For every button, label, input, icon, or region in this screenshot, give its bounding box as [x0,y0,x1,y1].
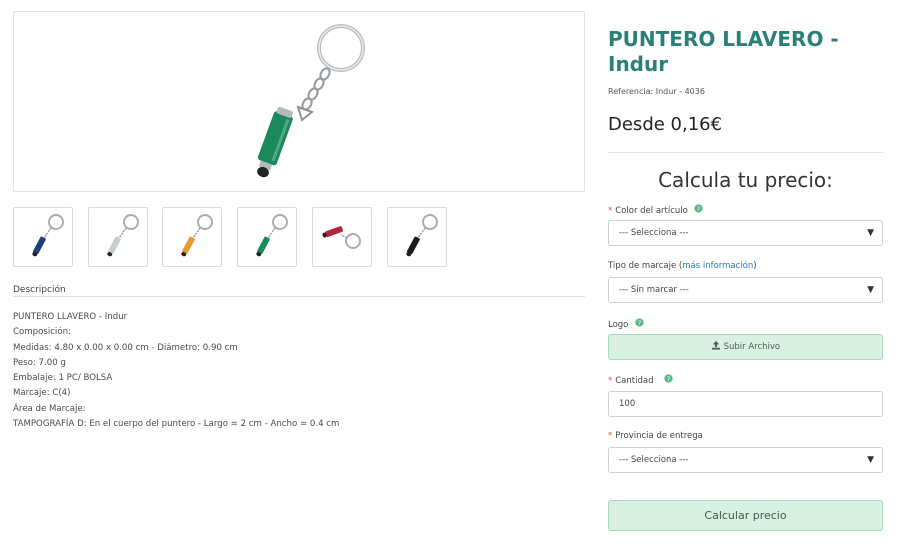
color-select[interactable]: --- Selecciona --- ▼ [608,220,883,246]
thumbnail-image [32,214,64,257]
required-mark: * [608,206,613,216]
marcaje-label-end: ) [753,261,757,271]
thumbnail-image [322,226,361,249]
marcaje-select[interactable]: --- Sin marcar --- ▼ [608,277,883,303]
marcaje-label-text: Tipo de marcaje ( [608,261,683,271]
product-reference: Referencia: Indur - 4036 [608,87,705,96]
description-line: Peso: 7.00 g [13,357,66,368]
provincia-label: * Provincia de entrega [608,431,703,441]
color-label: * Color del artículo ? [608,204,704,216]
description-line: Embalaje: 1 PC/ BOLSA [13,373,113,384]
thumbnail-naranja[interactable] [162,207,222,267]
description-line: PUNTERO LLAVERO - Indur [13,312,128,322]
description-line: Área de Marcaje: [13,403,86,414]
color-select-value: --- Selecciona --- [619,228,689,238]
thumbnail-image [406,214,438,257]
cantidad-input[interactable]: 100 [608,391,883,417]
cantidad-label-text: Cantidad [615,376,654,386]
thumbnail-azul[interactable] [13,207,73,267]
thumbnail-rojo[interactable] [312,207,372,267]
marcaje-label: Tipo de marcaje (más información) [608,261,757,271]
upload-file-label: Subir Archivo [723,342,781,352]
svg-text:?: ? [638,320,641,327]
thumbnail-image [256,214,288,257]
thumbnail-image [181,214,213,257]
question-circle-icon[interactable]: ? [632,318,644,329]
description-divider [13,296,585,297]
color-label-text: Color del artículo [615,206,688,216]
provincia-select[interactable]: --- Selecciona --- ▼ [608,447,883,473]
caret-down-icon: ▼ [867,455,874,465]
cantidad-input-value: 100 [619,399,636,409]
provincia-label-text: Provincia de entrega [615,431,703,441]
required-mark: * [608,431,613,441]
product-title-line1: PUNTERO LLAVERO - [608,27,839,51]
upload-file-button[interactable]: Subir Archivo [608,334,883,360]
product-title-line2: Indur [608,52,669,76]
description-line: Marcaje: C(4) [13,388,71,399]
thumbnail-plata[interactable] [88,207,148,267]
svg-text:?: ? [667,376,670,383]
svg-text:?: ? [697,206,700,213]
description-line: Composición: [13,327,71,338]
description-body: PUNTERO LLAVERO - Indur Composición: Med… [13,311,585,433]
product-main-image[interactable] [13,11,585,192]
logo-label-text: Logo [608,320,629,330]
required-mark: * [608,376,613,386]
calculate-price-button[interactable]: Calcular precio [608,500,883,531]
cantidad-label: * Cantidad ? [608,374,673,386]
product-title: PUNTERO LLAVERO - Indur [608,27,883,77]
keychain-stylus-image [257,24,365,178]
question-circle-icon[interactable]: ? [661,374,673,385]
caret-down-icon: ▼ [867,285,874,295]
description-line: Medidas: 4.80 x 0.00 x 0.00 cm - Diámetr… [13,342,238,353]
description-line: TAMPOGRAFÍA D: En el cuerpo del puntero … [13,419,340,430]
logo-label: Logo ? [608,318,644,330]
provincia-select-value: --- Selecciona --- [619,455,689,465]
thumbnail-negro[interactable] [387,207,447,267]
thumbnail-strip [13,207,453,267]
calculator-heading: Calcula tu precio: [658,168,833,192]
thumbnail-image [107,214,139,257]
price-divider [608,152,883,153]
marcaje-select-value: --- Sin marcar --- [619,285,689,295]
thumbnail-verde[interactable] [237,207,297,267]
product-price: Desde 0,16€ [608,114,723,135]
caret-down-icon: ▼ [867,228,874,238]
more-info-link[interactable]: más información [682,261,753,271]
question-circle-icon[interactable]: ? [692,204,704,215]
upload-icon [711,341,724,352]
